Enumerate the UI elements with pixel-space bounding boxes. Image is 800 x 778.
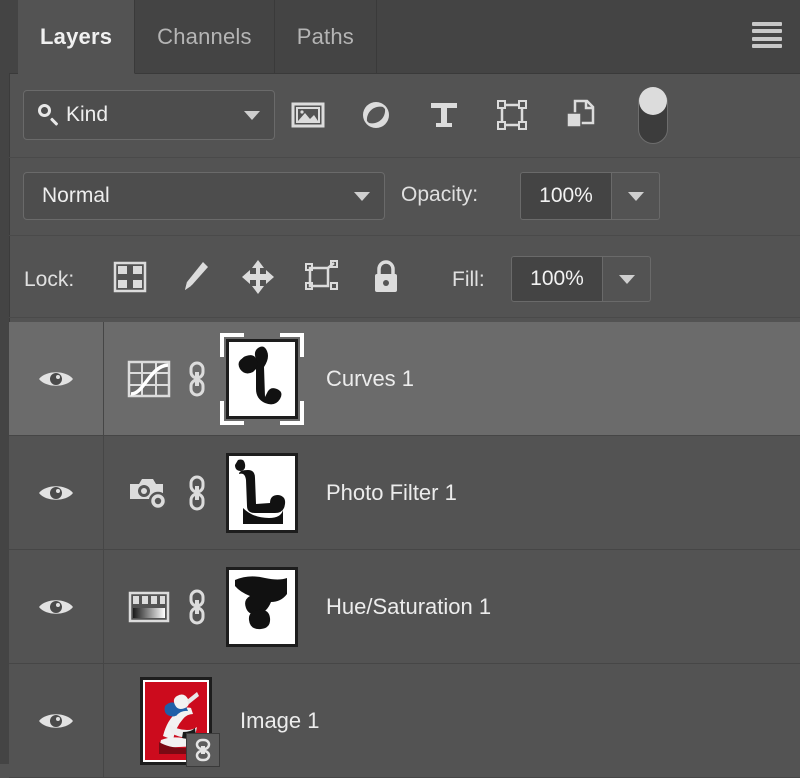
image-icon[interactable] [291,98,325,132]
blend-mode-value: Normal [42,184,110,208]
shape-square-icon[interactable] [495,98,529,132]
lock-buttons [112,258,404,296]
artboard-icon[interactable] [304,258,340,296]
layer-visibility-toggle[interactable] [9,322,104,435]
layer-visibility-toggle[interactable] [9,436,104,549]
layer-content: Photo Filter 1 [104,436,800,549]
link-chain-icon[interactable] [184,473,210,513]
opacity-slider-button[interactable] [612,172,660,220]
layer-content: Image 1 [104,664,800,777]
layer-name[interactable]: Photo Filter 1 [326,480,457,506]
mask-preview [226,567,298,647]
bracket-top-left [220,333,244,357]
blend-opacity-row: Normal Opacity: 100% [9,158,800,236]
table-row[interactable]: Image 1 [9,664,800,778]
mask-preview [226,453,298,533]
opacity-value: 100% [539,184,593,208]
tab-group: Layers Channels Paths [18,0,377,74]
table-row[interactable]: Curves 1 [9,322,800,436]
layer-mask-thumbnail[interactable] [220,333,304,425]
table-row[interactable]: Photo Filter 1 [9,436,800,550]
bracket-top-right [280,333,304,357]
layer-name[interactable]: Hue/Saturation 1 [326,594,491,620]
layer-image-thumbnail[interactable] [134,675,218,767]
fill-label: Fill: [452,268,485,292]
padlock-icon[interactable] [368,258,404,296]
tab-paths[interactable]: Paths [275,0,377,74]
tab-layers[interactable]: Layers [18,0,135,74]
tab-channels-label: Channels [157,24,252,50]
eye-icon [37,595,75,619]
curves-icon[interactable] [126,358,172,400]
layer-visibility-toggle[interactable] [9,550,104,663]
hamburger-menu-icon[interactable] [752,22,782,48]
bracket-bottom-left [220,401,244,425]
layer-mask-thumbnail[interactable] [220,447,304,539]
tab-paths-label: Paths [297,24,354,50]
hue-saturation-icon[interactable] [126,586,172,628]
filter-type-buttons [291,90,597,140]
table-row[interactable]: Hue/Saturation 1 [9,550,800,664]
layer-mask-thumbnail[interactable] [220,561,304,653]
chevron-down-icon [619,275,635,284]
eye-icon [37,481,75,505]
fill-input[interactable]: 100% [511,256,603,302]
smart-object-badge-icon [186,733,220,767]
layer-list: Curves 1 [9,322,800,764]
chevron-down-icon [628,192,644,201]
fill-value: 100% [530,267,584,291]
opacity-input[interactable]: 100% [520,172,612,220]
camera-icon[interactable] [126,472,172,514]
lock-label: Lock: [24,268,74,292]
opacity-label: Opacity: [401,183,478,207]
layers-panel: Layers Channels Paths Kind [0,0,800,764]
filter-kind-label: Kind [66,103,108,127]
hamburger-line [752,44,782,48]
checkerboard-icon[interactable] [112,258,148,296]
chevron-down-icon [244,111,260,120]
smart-object-icon[interactable] [563,98,597,132]
text-t-icon[interactable] [427,98,461,132]
brush-icon[interactable] [176,258,212,296]
move-arrows-icon[interactable] [240,258,276,296]
eye-icon [37,367,75,391]
fill-slider-button[interactable] [603,256,651,302]
chevron-down-icon [354,192,370,201]
layer-visibility-toggle[interactable] [9,664,104,777]
adjustment-circle-icon[interactable] [359,98,393,132]
hamburger-line [752,37,782,41]
hamburger-line [752,22,782,26]
layer-name[interactable]: Image 1 [240,708,320,734]
layer-content: Curves 1 [104,322,800,435]
hamburger-line [752,29,782,33]
bracket-bottom-right [280,401,304,425]
eye-icon [37,709,75,733]
tab-channels[interactable]: Channels [135,0,275,74]
filter-enable-toggle[interactable] [638,88,668,144]
tab-layers-label: Layers [40,24,112,50]
filter-kind-dropdown[interactable]: Kind [23,90,275,140]
link-chain-icon[interactable] [184,359,210,399]
link-chain-icon[interactable] [184,587,210,627]
filter-row: Kind [9,74,800,158]
blend-mode-dropdown[interactable]: Normal [23,172,385,220]
toggle-knob [639,87,667,115]
panel-tab-bar: Layers Channels Paths [9,0,800,74]
layer-content: Hue/Saturation 1 [104,550,800,663]
search-icon [38,104,60,126]
layer-name[interactable]: Curves 1 [326,366,414,392]
